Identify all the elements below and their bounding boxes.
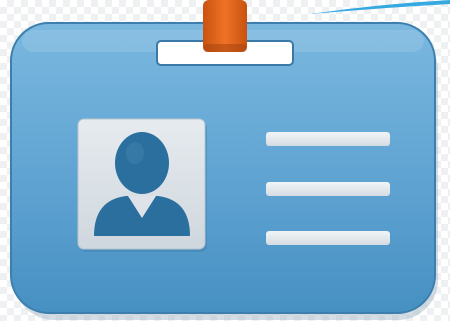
lanyard-clip-icon bbox=[203, 0, 247, 52]
text-line-icon bbox=[266, 132, 390, 146]
icon-stage bbox=[0, 0, 450, 321]
text-line-icon bbox=[266, 182, 390, 196]
badge-card bbox=[10, 22, 436, 314]
id-badge-icon bbox=[10, 0, 438, 320]
text-line-icon bbox=[266, 231, 390, 245]
